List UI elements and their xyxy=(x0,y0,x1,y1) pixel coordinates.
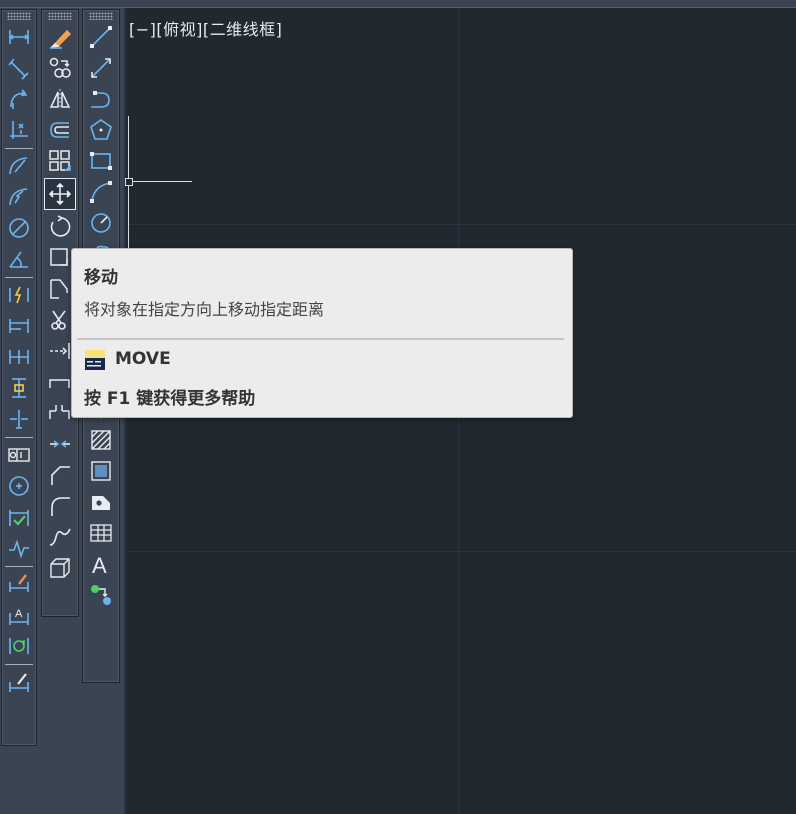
toolbar-separator xyxy=(5,664,33,665)
chamfer-icon[interactable] xyxy=(46,461,74,489)
command-tooltip: 移动 将对象在指定方向上移动指定距离 MOVE 按 F1 键获得更多帮助 xyxy=(71,248,573,418)
point-icon[interactable] xyxy=(87,426,115,454)
tooltip-divider xyxy=(77,338,564,340)
offset-icon[interactable] xyxy=(46,116,74,144)
svg-text:A: A xyxy=(15,608,23,620)
baseline-dimension-icon[interactable] xyxy=(5,312,33,340)
dimension-space-icon[interactable] xyxy=(5,374,33,402)
tooltip-description: 将对象在指定方向上移动指定距离 xyxy=(84,300,325,319)
break-icon[interactable] xyxy=(46,399,74,427)
angular-dimension-icon[interactable] xyxy=(5,245,33,273)
grid-line xyxy=(125,551,796,552)
rotate-icon[interactable] xyxy=(46,213,74,241)
polyline-icon[interactable] xyxy=(87,85,115,113)
explode-icon[interactable] xyxy=(46,554,74,582)
diameter-dimension-icon[interactable] xyxy=(5,214,33,242)
viewport-controls[interactable]: [−][俯视][二维线框] xyxy=(129,16,282,40)
toolbar-separator xyxy=(5,437,33,438)
aligned-dimension-icon[interactable] xyxy=(5,54,33,82)
rectangle-icon[interactable] xyxy=(87,147,115,175)
tooltip-help-hint: 按 F1 键获得更多帮助 xyxy=(84,389,256,409)
dimension-style-icon[interactable] xyxy=(5,668,33,696)
tooltip-title: 移动 xyxy=(84,268,118,288)
scale-icon[interactable] xyxy=(46,244,74,272)
jogged-dimension-icon[interactable] xyxy=(5,183,33,211)
center-mark-icon[interactable] xyxy=(5,472,33,500)
break-at-point-icon[interactable] xyxy=(46,368,74,396)
hatch-icon[interactable] xyxy=(87,457,115,485)
fillet-icon[interactable] xyxy=(46,492,74,520)
linear-dimension-icon[interactable] xyxy=(5,23,33,51)
toolbar-grip[interactable] xyxy=(48,12,72,20)
tolerance-icon[interactable] xyxy=(5,441,33,469)
polygon-icon[interactable] xyxy=(87,116,115,144)
table-icon[interactable]: A xyxy=(87,550,115,578)
join-icon[interactable] xyxy=(46,430,74,458)
dimension-break-icon[interactable] xyxy=(5,405,33,433)
stretch-icon[interactable] xyxy=(46,275,74,303)
jogged-linear-icon[interactable] xyxy=(5,534,33,562)
region-icon[interactable] xyxy=(87,519,115,547)
erase-icon[interactable] xyxy=(46,23,74,51)
dimension-text-edit-icon[interactable]: A xyxy=(5,601,33,629)
toolbar-separator xyxy=(5,277,33,278)
command-line-icon xyxy=(85,350,105,370)
copy-icon[interactable] xyxy=(46,54,74,82)
ucs-icon-x-axis xyxy=(128,181,192,182)
ordinate-dimension-icon[interactable] xyxy=(5,116,33,144)
svg-text:A: A xyxy=(92,553,107,576)
line-icon[interactable] xyxy=(87,23,115,51)
continue-dimension-icon[interactable] xyxy=(5,343,33,371)
blend-curves-icon[interactable] xyxy=(46,523,74,551)
construction-line-icon[interactable] xyxy=(87,54,115,82)
mirror-icon[interactable] xyxy=(46,85,74,113)
move-icon[interactable] xyxy=(44,178,76,210)
toolbar-grip[interactable] xyxy=(7,12,31,20)
dimension-update-icon[interactable] xyxy=(5,632,33,660)
quick-dimension-icon[interactable] xyxy=(5,281,33,309)
extend-icon[interactable] xyxy=(46,337,74,365)
grid-line xyxy=(125,224,796,225)
toolbar-separator xyxy=(5,566,33,567)
gradient-icon[interactable] xyxy=(87,488,115,516)
trim-icon[interactable] xyxy=(46,306,74,334)
tooltip-command-name: MOVE xyxy=(115,349,171,369)
dimension-edit-icon[interactable] xyxy=(5,570,33,598)
radius-dimension-icon[interactable] xyxy=(5,152,33,180)
title-bar-edge xyxy=(0,0,796,8)
circle-icon[interactable] xyxy=(87,209,115,237)
array-icon[interactable] xyxy=(46,147,74,175)
dimension-toolbar: A xyxy=(1,9,37,746)
inspection-icon[interactable] xyxy=(5,503,33,531)
toolbar-grip[interactable] xyxy=(89,12,113,20)
arc-length-dimension-icon[interactable] xyxy=(5,85,33,113)
multiline-text-icon[interactable] xyxy=(87,581,115,609)
arc-icon[interactable] xyxy=(87,178,115,206)
toolbar-separator xyxy=(5,148,33,149)
ucs-icon-origin xyxy=(125,178,133,186)
